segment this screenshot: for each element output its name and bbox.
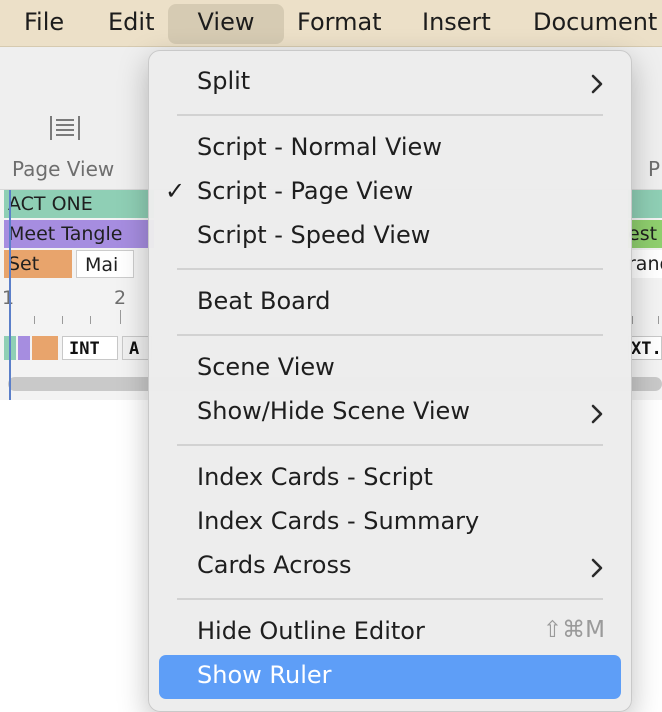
menu-item-script-normal-view[interactable]: Script - Normal View: [149, 127, 631, 171]
menu-item-label: Script - Speed View: [197, 221, 431, 249]
ruler-tick: [658, 316, 659, 324]
playhead[interactable]: [9, 190, 11, 400]
page-view-icon[interactable]: [47, 114, 83, 142]
menu-item-label: Index Cards - Summary: [197, 507, 480, 535]
menu-item-label: Hide Outline Editor: [197, 617, 425, 645]
menu-insert[interactable]: Insert: [422, 4, 491, 44]
menu-item-hide-outline-editor[interactable]: Hide Outline Editor ⇧⌘M: [149, 611, 631, 655]
menu-item-cards-across[interactable]: Cards Across: [149, 545, 631, 589]
checkmark-icon: ✓: [165, 177, 186, 205]
menu-format[interactable]: Format: [297, 4, 382, 44]
scene-track-right[interactable]: est: [628, 220, 662, 248]
menu-item-scene-view[interactable]: Scene View: [149, 347, 631, 391]
keyboard-shortcut: ⇧⌘M: [542, 617, 605, 643]
ruler-tick: [120, 310, 121, 324]
menu-view[interactable]: View: [168, 4, 284, 44]
view-menu-dropdown: Split Script - Normal View ✓ Script - Pa…: [148, 50, 632, 712]
menu-item-label: Show Ruler: [197, 661, 332, 689]
menu-item-label: Show/Hide Scene View: [197, 397, 470, 425]
toolbar-label-partial: P: [648, 157, 661, 181]
menu-item-script-page-view[interactable]: ✓ Script - Page View: [149, 171, 631, 215]
scene-track[interactable]: Meet Tangle: [4, 220, 154, 248]
set-chip[interactable]: Set: [4, 250, 72, 278]
sub-track-right[interactable]: rand: [628, 250, 662, 278]
page-view-label: Page View: [12, 157, 115, 181]
bar-segment[interactable]: [18, 336, 30, 360]
menu-separator: [177, 268, 603, 270]
menu-item-show-ruler[interactable]: Show Ruler: [149, 655, 631, 699]
ruler-tick: [90, 316, 91, 324]
menu-item-label: Script - Page View: [197, 177, 414, 205]
menu-item-label: Split: [197, 67, 251, 95]
menu-edit[interactable]: Edit: [108, 4, 154, 44]
ruler-number: 2: [114, 287, 127, 309]
menu-file[interactable]: File: [24, 4, 64, 44]
menu-item-label: Index Cards - Script: [197, 463, 433, 491]
main-chip[interactable]: Mai: [76, 250, 134, 278]
menu-item-label: Cards Across: [197, 551, 352, 579]
scene-chip-ext[interactable]: XT.: [628, 336, 662, 360]
scene-chip-int[interactable]: INT: [62, 336, 118, 360]
menu-item-beat-board[interactable]: Beat Board: [149, 281, 631, 325]
menu-item-label: Scene View: [197, 353, 335, 381]
menu-item-index-cards-summary[interactable]: Index Cards - Summary: [149, 501, 631, 545]
menu-bar: File Edit View Format Insert Document: [0, 0, 662, 47]
menu-item-show-hide-scene-view[interactable]: Show/Hide Scene View: [149, 391, 631, 435]
menu-separator: [177, 444, 603, 446]
chevron-right-icon: [591, 74, 603, 94]
bar-segment[interactable]: [32, 336, 58, 360]
ruler-tick: [34, 316, 35, 324]
ruler-tick: [632, 316, 633, 324]
menu-item-script-speed-view[interactable]: Script - Speed View: [149, 215, 631, 259]
act-track-right[interactable]: [628, 190, 662, 218]
menu-separator: [177, 114, 603, 116]
menu-item-label: Beat Board: [197, 287, 331, 315]
menu-document[interactable]: Document: [533, 4, 657, 44]
chevron-right-icon: [591, 404, 603, 424]
menu-separator: [177, 334, 603, 336]
menu-separator: [177, 598, 603, 600]
menu-item-label: Script - Normal View: [197, 133, 442, 161]
chevron-right-icon: [591, 558, 603, 578]
menu-item-index-cards-script[interactable]: Index Cards - Script: [149, 457, 631, 501]
menu-item-split[interactable]: Split: [149, 61, 631, 105]
ruler-tick: [62, 316, 63, 324]
act-track[interactable]: ACT ONE: [4, 190, 154, 218]
